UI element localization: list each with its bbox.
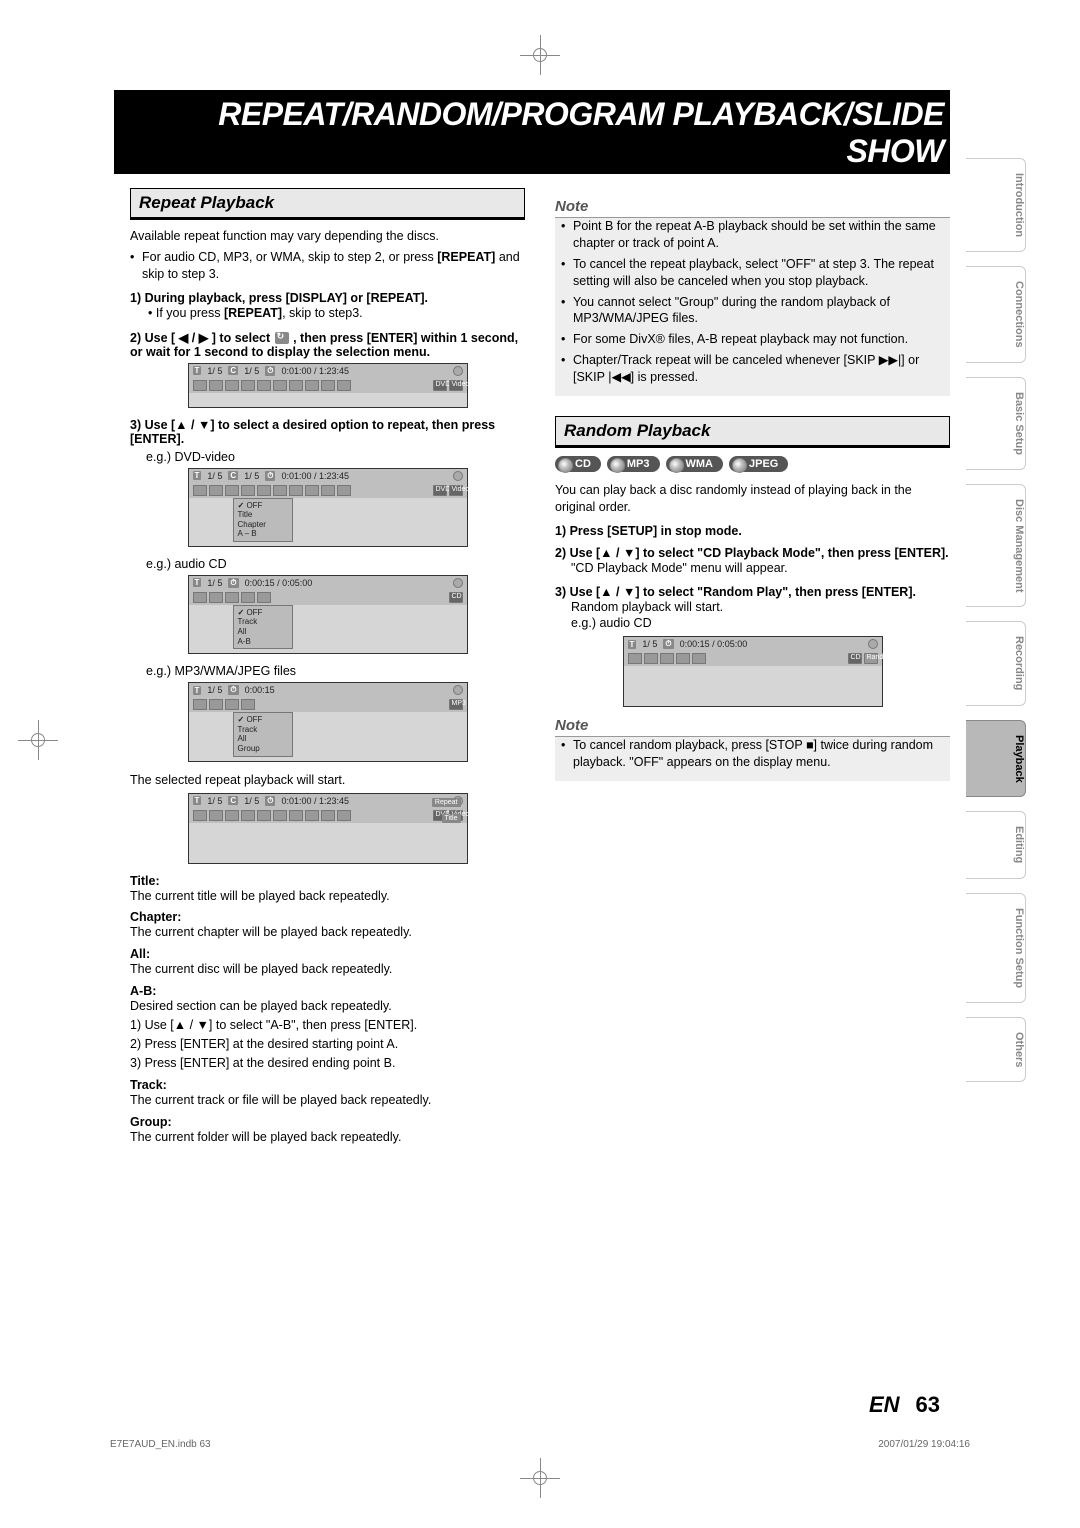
- tab-others[interactable]: Others: [966, 1017, 1026, 1082]
- note1-item-1: To cancel the repeat playback, select "O…: [561, 256, 944, 290]
- note1-item-0: Point B for the repeat A-B playback shou…: [561, 218, 944, 252]
- footer-left: E7E7AUD_EN.indb 63: [110, 1439, 211, 1450]
- left-arrow-icon: [179, 331, 189, 345]
- note2-box: To cancel random playback, press [STOP ■…: [555, 737, 950, 781]
- tab-basic-setup[interactable]: Basic Setup: [966, 377, 1026, 470]
- random-step1: 1) Press [SETUP] in stop mode.: [555, 524, 950, 538]
- note1-item-2: You cannot select "Group" during the ran…: [561, 294, 944, 328]
- right-arrow-icon: [199, 331, 209, 345]
- def-ab-0: Desired section can be played back repea…: [130, 998, 525, 1015]
- term-group: Group:: [130, 1115, 525, 1129]
- def-chapter: The current chapter will be played back …: [130, 924, 525, 941]
- disc-badges: CD MP3 WMA JPEG: [555, 456, 950, 472]
- def-title: The current title will be played back re…: [130, 888, 525, 905]
- note1-item-4: Chapter/Track repeat will be canceled wh…: [561, 352, 944, 386]
- random-step2-body: "CD Playback Mode" menu will appear.: [571, 560, 950, 577]
- random-step3-body2: e.g.) audio CD: [571, 615, 950, 632]
- random-step3: 3) Use [▲ / ▼] to select "Random Play", …: [555, 585, 950, 599]
- osd-random: T1/ 5⏱0:00:15 / 0:05:00 CDRandom: [623, 636, 883, 707]
- osd-display-2: T1/ 5C1/ 5⏱0:01:00 / 1:23:45 DVDVideo OF…: [188, 468, 468, 547]
- side-tabs: Introduction Connections Basic Setup Dis…: [966, 158, 1026, 1082]
- random-playback-header: Random Playback: [555, 416, 950, 448]
- term-track: Track:: [130, 1078, 525, 1092]
- term-all: All:: [130, 947, 525, 961]
- osd2-menu: OFFTitleChapterA – B: [233, 498, 293, 542]
- def-ab-1: 1) Use [▲ / ▼] to select "A-B", then pre…: [130, 1017, 525, 1034]
- repeat-step2: 2) Use [ / ] to select , then press [ENT…: [130, 330, 525, 359]
- term-chapter: Chapter:: [130, 910, 525, 924]
- random-step3-body1: Random playback will start.: [571, 599, 950, 616]
- def-track: The current track or file will be played…: [130, 1092, 525, 1109]
- page-number: EN63: [869, 1392, 940, 1418]
- tab-connections[interactable]: Connections: [966, 266, 1026, 363]
- page-content: REPEAT/RANDOM/PROGRAM PLAYBACK/SLIDE SHO…: [130, 90, 950, 1147]
- def-all: The current disc will be played back rep…: [130, 961, 525, 978]
- eg-files: e.g.) MP3/WMA/JPEG files: [146, 664, 525, 678]
- tab-playback[interactable]: Playback: [966, 720, 1026, 798]
- badge-jpeg: JPEG: [729, 456, 788, 472]
- badge-mp3: MP3: [607, 456, 660, 472]
- osd-display-1: T1/ 5 C1/ 5 ⏱0:01:00 / 1:23:45 DVDVideo: [188, 363, 468, 408]
- osd-display-5: T1/ 5C1/ 5⏱0:01:00 / 1:23:45 DVDVideo Re…: [188, 793, 468, 864]
- def-group: The current folder will be played back r…: [130, 1129, 525, 1146]
- random-step2: 2) Use [▲ / ▼] to select "CD Playback Mo…: [555, 546, 950, 560]
- note2-header: Note: [555, 717, 950, 737]
- badge-wma: WMA: [666, 456, 724, 472]
- tab-function-setup[interactable]: Function Setup: [966, 893, 1026, 1003]
- crop-mark-top: [520, 35, 560, 75]
- repeat-step3: 3) Use [▲ / ▼] to select a desired optio…: [130, 418, 525, 446]
- osd-display-3: T1/ 5⏱0:00:15 / 0:05:00 CD OFFTrackAllA-…: [188, 575, 468, 654]
- selected-start: The selected repeat playback will start.: [130, 772, 525, 789]
- page-title: REPEAT/RANDOM/PROGRAM PLAYBACK/SLIDE SHO…: [114, 90, 950, 174]
- eg-cd: e.g.) audio CD: [146, 557, 525, 571]
- right-column: Note Point B for the repeat A-B playback…: [555, 188, 950, 1147]
- tab-disc-management[interactable]: Disc Management: [966, 484, 1026, 608]
- note1-item-3: For some DivX® files, A-B repeat playbac…: [561, 331, 944, 348]
- repeat-step1-sub: • If you press [REPEAT], skip to step3.: [148, 305, 525, 322]
- repeat-playback-header: Repeat Playback: [130, 188, 525, 220]
- tab-recording[interactable]: Recording: [966, 621, 1026, 705]
- crop-mark-left: [18, 720, 58, 760]
- term-title: Title:: [130, 874, 525, 888]
- tab-introduction[interactable]: Introduction: [966, 158, 1026, 252]
- repeat-osd-icon: [275, 332, 289, 344]
- repeat-intro-bullet-pre: For audio CD, MP3, or WMA, skip to step …: [142, 250, 437, 264]
- repeat-intro-bullet: For audio CD, MP3, or WMA, skip to step …: [130, 249, 525, 283]
- def-ab-2: 2) Press [ENTER] at the desired starting…: [130, 1036, 525, 1053]
- def-ab-3: 3) Press [ENTER] at the desired ending p…: [130, 1055, 525, 1072]
- osd3-menu: OFFTrackAllA-B: [233, 605, 293, 649]
- repeat-key: [REPEAT]: [437, 250, 495, 264]
- badge-cd: CD: [555, 456, 601, 472]
- osd4-menu: OFFTrackAllGroup: [233, 712, 293, 756]
- note2-item-0: To cancel random playback, press [STOP ■…: [561, 737, 944, 771]
- tab-editing[interactable]: Editing: [966, 811, 1026, 878]
- osd-display-4: T1/ 5⏱0:00:15 MP3 OFFTrackAllGroup: [188, 682, 468, 761]
- repeat-intro: Available repeat function may vary depen…: [130, 228, 525, 245]
- term-ab: A-B:: [130, 984, 525, 998]
- left-column: Repeat Playback Available repeat functio…: [130, 188, 525, 1147]
- note1-header: Note: [555, 198, 950, 218]
- repeat-step1: 1) During playback, press [DISPLAY] or […: [130, 291, 525, 305]
- crop-mark-bottom: [520, 1458, 560, 1498]
- eg-dvd: e.g.) DVD-video: [146, 450, 525, 464]
- note1-box: Point B for the repeat A-B playback shou…: [555, 218, 950, 396]
- random-intro: You can play back a disc randomly instea…: [555, 482, 950, 516]
- footer-right: 2007/01/29 19:04:16: [878, 1439, 970, 1450]
